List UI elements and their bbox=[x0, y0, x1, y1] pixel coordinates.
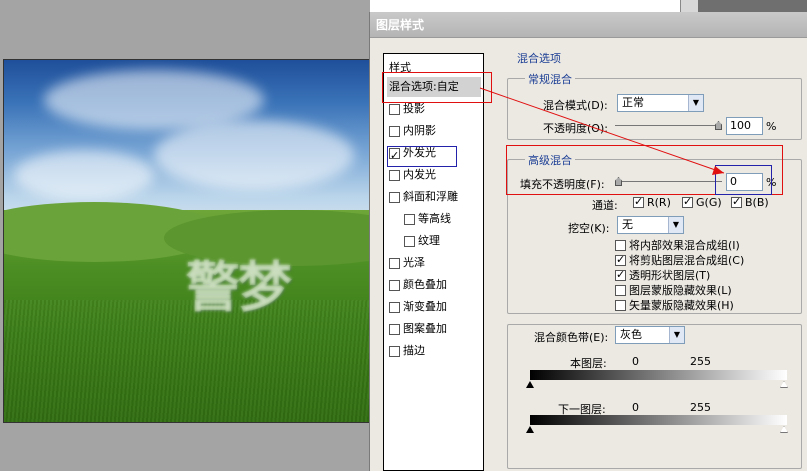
style-item-checkbox[interactable] bbox=[389, 345, 400, 357]
channel-checkbox-box[interactable] bbox=[682, 195, 693, 208]
style-item-checkbox[interactable] bbox=[389, 191, 400, 203]
chevron-down-icon: ▼ bbox=[668, 217, 683, 233]
chevron-down-icon: ▼ bbox=[669, 327, 684, 343]
advanced-option[interactable]: 透明形状图层(T) bbox=[615, 267, 710, 283]
this-layer-min: 0 bbox=[632, 355, 639, 368]
style-item[interactable]: 渐变叠加 bbox=[389, 297, 447, 317]
opacity-label: 不透明度(O): bbox=[543, 122, 608, 135]
annotation-box-fill-input bbox=[715, 165, 772, 195]
channels-label: 通道: bbox=[592, 199, 618, 212]
advanced-option[interactable]: 将剪贴图层混合成组(C) bbox=[615, 252, 744, 268]
style-item-label: 描边 bbox=[403, 344, 425, 357]
style-item-checkbox[interactable] bbox=[389, 301, 400, 313]
channel-label: B(B) bbox=[745, 196, 769, 209]
opacity-slider-track[interactable] bbox=[615, 125, 722, 126]
chevron-down-icon: ▼ bbox=[688, 95, 703, 111]
style-item-label: 纹理 bbox=[418, 234, 440, 247]
channel-checkbox-box[interactable] bbox=[731, 195, 742, 208]
layer-style-dialog: 图层样式 样式 混合选项:自定投影内阴影外发光内发光斜面和浮雕等高线纹理光泽颜色… bbox=[369, 12, 807, 471]
advanced-option-checkbox[interactable] bbox=[615, 284, 626, 296]
channel-checkbox-box[interactable] bbox=[633, 195, 644, 208]
this-layer-max: 255 bbox=[690, 355, 711, 368]
knockout-select[interactable]: 无 ▼ bbox=[617, 216, 684, 234]
style-item-label: 内阴影 bbox=[403, 124, 436, 137]
advanced-option-label: 将内部效果混合成组(I) bbox=[629, 239, 740, 252]
style-item-label: 光泽 bbox=[403, 256, 425, 269]
advanced-option[interactable]: 矢量蒙版隐藏效果(H) bbox=[615, 297, 734, 313]
this-layer-label: 本图层: bbox=[570, 357, 607, 370]
advanced-option[interactable]: 图层蒙版隐藏效果(L) bbox=[615, 282, 732, 298]
style-item-checkbox[interactable] bbox=[389, 257, 400, 269]
style-item[interactable]: 颜色叠加 bbox=[389, 275, 447, 295]
advanced-option-checkbox[interactable] bbox=[615, 253, 626, 266]
style-item[interactable]: 纹理 bbox=[404, 231, 440, 251]
advanced-option-label: 透明形状图层(T) bbox=[629, 269, 711, 282]
style-item-checkbox[interactable] bbox=[389, 103, 400, 115]
blend-if-select[interactable]: 灰色 ▼ bbox=[615, 326, 685, 344]
style-item-checkbox[interactable] bbox=[404, 213, 415, 225]
advanced-option-checkbox[interactable] bbox=[615, 299, 626, 311]
general-blending-title: 常规混合 bbox=[525, 71, 575, 87]
style-item-label: 渐变叠加 bbox=[403, 300, 447, 313]
blend-if-label: 混合颜色带(E): bbox=[534, 331, 609, 344]
underlying-layer-gradient bbox=[530, 415, 787, 425]
style-item[interactable]: 内发光 bbox=[389, 165, 436, 185]
style-item[interactable]: 光泽 bbox=[389, 253, 425, 273]
style-item-label: 图案叠加 bbox=[403, 322, 447, 335]
channel-checkbox[interactable]: R(R) bbox=[633, 195, 671, 209]
underlying-layer-min: 0 bbox=[632, 401, 639, 414]
style-item-label: 内发光 bbox=[403, 168, 436, 181]
style-item[interactable]: 描边 bbox=[389, 341, 425, 361]
style-item[interactable]: 斜面和浮雕 bbox=[389, 187, 458, 207]
style-item[interactable]: 图案叠加 bbox=[389, 319, 447, 339]
landscape-image: 警梦 bbox=[3, 59, 375, 423]
style-item-checkbox[interactable] bbox=[389, 125, 400, 137]
knockout-value: 无 bbox=[622, 218, 633, 231]
blend-mode-value: 正常 bbox=[622, 96, 644, 109]
glass-effect-text: 警梦 bbox=[186, 256, 292, 319]
style-item-checkbox[interactable] bbox=[389, 279, 400, 291]
style-item[interactable]: 内阴影 bbox=[389, 121, 436, 141]
blend-options-title: 混合选项 bbox=[517, 52, 561, 65]
opacity-unit: % bbox=[766, 120, 777, 133]
channel-checkbox[interactable]: B(B) bbox=[731, 195, 769, 209]
annotation-box-outer-glow bbox=[387, 146, 457, 167]
cloud bbox=[14, 150, 154, 200]
style-item-checkbox[interactable] bbox=[389, 323, 400, 335]
style-item-label: 颜色叠加 bbox=[403, 278, 447, 291]
styles-list: 样式 混合选项:自定投影内阴影外发光内发光斜面和浮雕等高线纹理光泽颜色叠加渐变叠… bbox=[383, 53, 484, 471]
advanced-option-checkbox[interactable] bbox=[615, 239, 626, 251]
annotation-box-blend-options bbox=[382, 72, 492, 103]
blend-if-group bbox=[507, 324, 802, 469]
style-item-label: 等高线 bbox=[418, 212, 451, 225]
channel-label: G(G) bbox=[696, 196, 722, 209]
advanced-option[interactable]: 将内部效果混合成组(I) bbox=[615, 237, 740, 253]
blend-mode-label: 混合模式(D): bbox=[543, 99, 608, 112]
underlying-layer-max: 255 bbox=[690, 401, 711, 414]
advanced-option-label: 将剪贴图层混合成组(C) bbox=[629, 254, 745, 267]
knockout-label: 挖空(K): bbox=[568, 222, 610, 235]
cloud bbox=[154, 120, 354, 190]
advanced-option-checkbox[interactable] bbox=[615, 268, 626, 281]
blend-mode-select[interactable]: 正常 ▼ bbox=[617, 94, 704, 112]
advanced-option-label: 图层蒙版隐藏效果(L) bbox=[629, 284, 732, 297]
style-item-checkbox[interactable] bbox=[389, 169, 400, 181]
style-item-checkbox[interactable] bbox=[404, 235, 415, 247]
style-item[interactable]: 等高线 bbox=[404, 209, 451, 229]
channel-checkbox[interactable]: G(G) bbox=[682, 195, 722, 209]
opacity-input[interactable]: 100 bbox=[726, 117, 763, 135]
advanced-option-label: 矢量蒙版隐藏效果(H) bbox=[629, 299, 734, 312]
this-layer-gradient bbox=[530, 370, 787, 380]
channel-label: R(R) bbox=[647, 196, 671, 209]
style-item-label: 斜面和浮雕 bbox=[403, 190, 458, 203]
dialog-title: 图层样式 bbox=[370, 12, 807, 38]
blend-if-value: 灰色 bbox=[620, 328, 642, 341]
